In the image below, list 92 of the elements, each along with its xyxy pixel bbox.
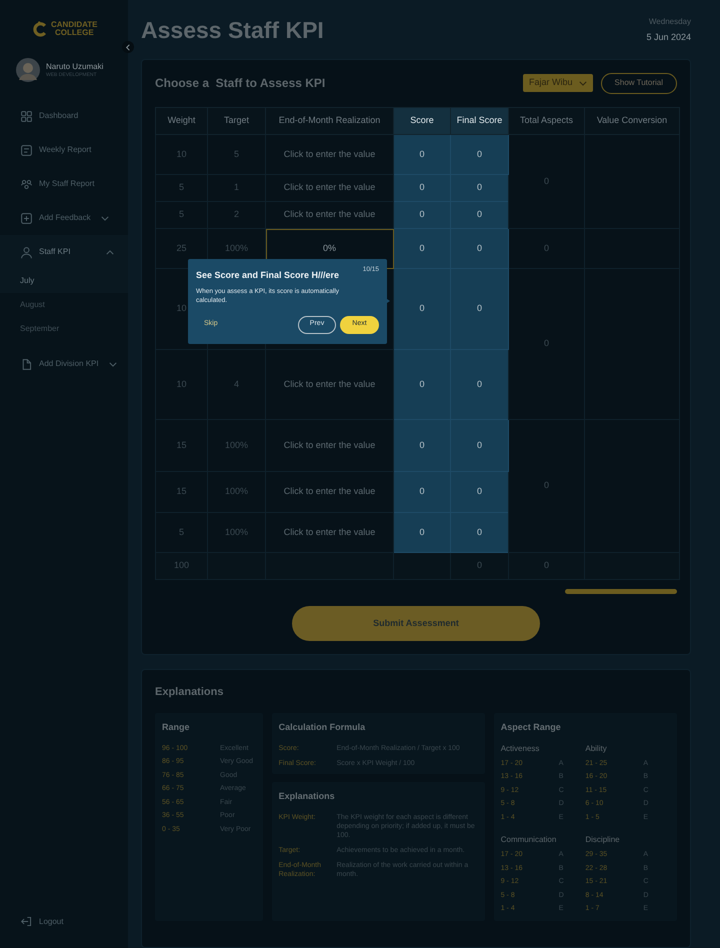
column-header: Score (394, 108, 450, 134)
submit-button[interactable]: Submit Assessment (292, 606, 540, 641)
tutorial-button[interactable]: Show Tutorial (600, 72, 677, 94)
table-cell: 100% (208, 420, 266, 472)
nav-item[interactable]: Dashboard (0, 99, 128, 133)
table-cell: 0 (450, 174, 508, 202)
table-cell: 0 (450, 512, 508, 552)
nav-item[interactable]: Add Feedback (0, 201, 128, 235)
aspect-name: Communication (500, 834, 558, 846)
grid-icon (20, 110, 33, 122)
table-cell: 0 (450, 420, 508, 472)
table-cell: 0 (394, 350, 450, 420)
table-cell: 5 (208, 134, 266, 174)
section-title: Explanations (155, 685, 224, 700)
aspect-name: Ability (585, 742, 608, 755)
collapse-button[interactable] (122, 41, 134, 53)
card-title: Choose a Staff to Assess KPI (155, 75, 326, 92)
realization-input[interactable]: Click to enter the value (266, 134, 394, 174)
table-cell: 0 (508, 134, 584, 228)
table-cell: 0 (394, 228, 450, 268)
table-cell: 0 (394, 134, 450, 174)
user-name: Naruto Uzumaki (46, 62, 104, 72)
chevron-left-icon (126, 44, 130, 50)
panel-title: Calculation Formula (278, 721, 366, 734)
table-cell: 0 (508, 420, 584, 552)
people-icon (20, 178, 33, 190)
table-cell: 0 (394, 512, 450, 552)
nav-item[interactable]: My Staff Report (0, 167, 128, 201)
column-header: Weight (156, 108, 208, 134)
logo-icon (32, 20, 48, 38)
table-cell: 0 (394, 420, 450, 472)
plus-square-icon (20, 212, 33, 224)
table-cell: 100% (208, 512, 266, 552)
table-cell: 10 (156, 134, 208, 174)
submenu-item[interactable]: July (0, 269, 128, 293)
user-icon (20, 246, 33, 258)
column-header: End-of-Month Realization (266, 108, 394, 134)
date-label: 5 Jun 2024 (646, 31, 691, 44)
realization-input[interactable]: Click to enter the value (266, 350, 394, 420)
page-title: Assess Staff KPI (141, 16, 324, 45)
table-cell: 15 (156, 420, 208, 472)
column-header: Final Score (450, 108, 508, 134)
table-cell: 10 (156, 350, 208, 420)
table-cell: 0 (450, 202, 508, 228)
table-cell: 0 (450, 350, 508, 420)
table-cell: 0 (450, 134, 508, 174)
table-cell: 0 (450, 268, 508, 350)
panel-title: Explanations (278, 790, 336, 803)
nav-item[interactable]: Add Division KPI (0, 347, 128, 381)
logout-icon (20, 915, 33, 928)
brand-name: CANDIDATE (51, 20, 98, 28)
realization-input[interactable]: Click to enter the value (266, 174, 394, 202)
table-cell: 5 (156, 174, 208, 202)
table-cell: 0 (394, 202, 450, 228)
panel-title: Range (162, 721, 191, 734)
table-cell: 0 (394, 472, 450, 512)
realization-input[interactable]: Click to enter the value (266, 420, 394, 472)
table-cell: 100% (208, 472, 266, 512)
report-icon (20, 144, 33, 156)
brand-name: COLLEGE (54, 28, 95, 36)
table-cell: 2 (208, 202, 266, 228)
realization-input[interactable]: Click to enter the value (266, 512, 394, 552)
table-cell: 5 (156, 512, 208, 552)
table-cell: 0 (394, 268, 450, 350)
submenu-item[interactable]: August (0, 293, 128, 317)
table-cell: 0 (450, 472, 508, 512)
realization-input[interactable]: Click to enter the value (266, 472, 394, 512)
column-header: Target (208, 108, 266, 134)
table-cell: 0 (450, 228, 508, 268)
aspect-name: Discipline (585, 834, 621, 846)
nav-item[interactable]: Weekly Report (0, 133, 128, 167)
table-cell: 4 (208, 350, 266, 420)
aspect-name: Activeness (500, 742, 540, 754)
logout-link[interactable]: Logout (20, 915, 128, 928)
column-header: Total Aspects (508, 108, 584, 134)
avatar (16, 58, 40, 82)
table-cell: 1 (208, 174, 266, 202)
panel-title: Aspect Range (500, 721, 562, 734)
document-icon (20, 358, 33, 370)
staff-dropdown[interactable]: Fajar Wibu (523, 74, 593, 92)
nav-item[interactable]: Staff KPI (0, 235, 128, 269)
chevron-down-icon (578, 80, 587, 86)
submenu-item[interactable]: September (0, 317, 128, 341)
table-cell: 0 (508, 228, 584, 268)
table-cell: 0 (508, 268, 584, 420)
scrollbar-thumb[interactable] (565, 589, 677, 594)
table-cell: 0 (394, 174, 450, 202)
realization-input[interactable]: Click to enter the value (266, 202, 394, 228)
table-cell: 5 (156, 202, 208, 228)
column-header: Value Conversion (584, 108, 680, 134)
weekday-label: Wednesday (648, 16, 691, 28)
table-cell: 15 (156, 472, 208, 512)
